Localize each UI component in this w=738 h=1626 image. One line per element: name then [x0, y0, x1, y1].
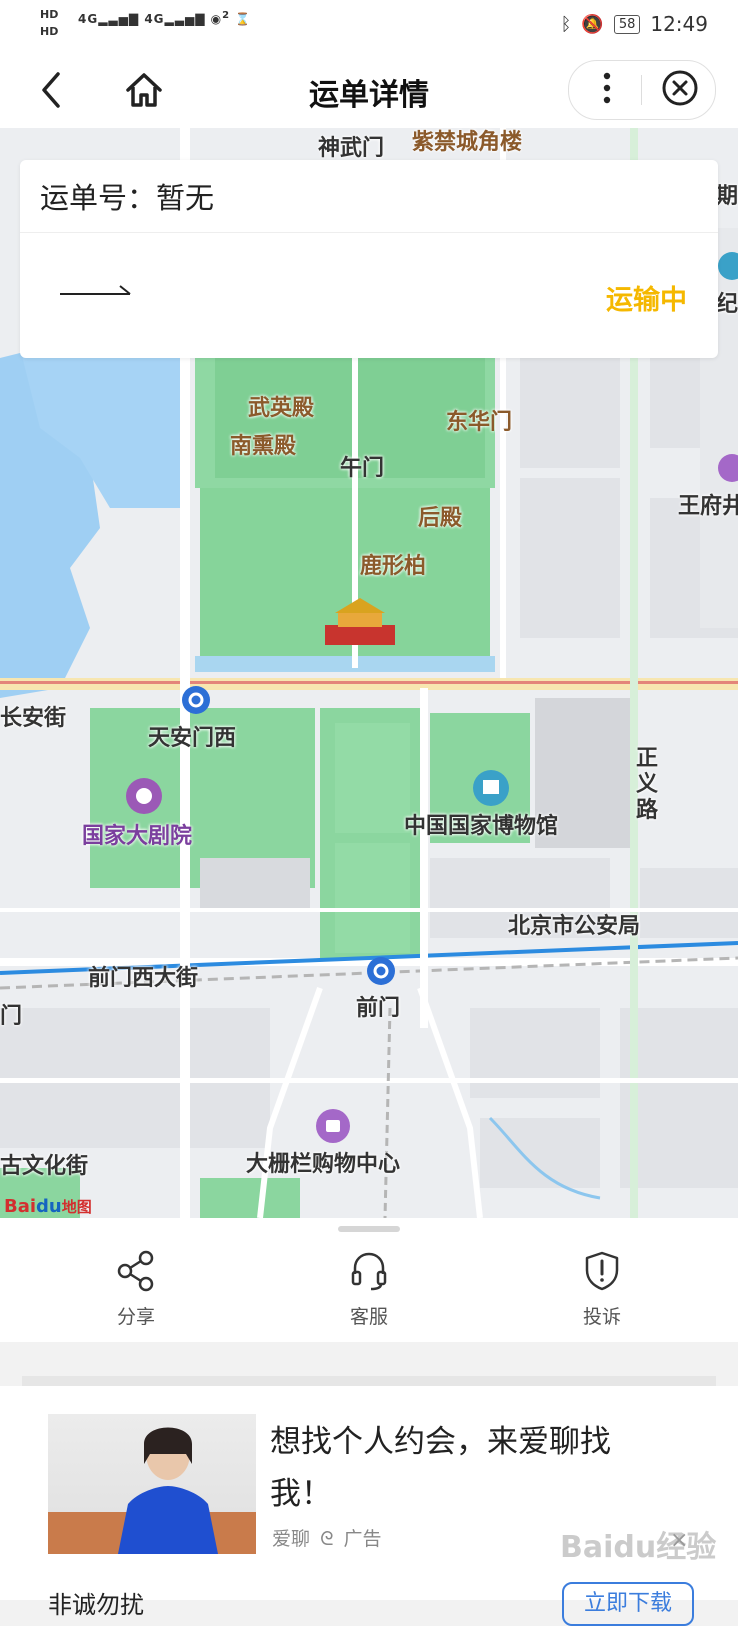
map-label-guojiadajuyuan: 国家大剧院 [82, 824, 193, 849]
map-label-donghuamen: 东华门 [446, 410, 513, 435]
baidu-map-logo: Baidu地图 [4, 1196, 92, 1217]
share-icon [117, 1250, 154, 1292]
card-divider [20, 232, 718, 233]
share-label: 分享 [116, 1306, 155, 1328]
close-circle-icon [662, 70, 698, 106]
complaint-label: 投诉 [582, 1306, 621, 1328]
ad-tag-icon: ᘓ [320, 1528, 334, 1550]
bluetooth-icon: ᛒ [560, 13, 572, 35]
hd-indicators: HD HD [40, 8, 58, 42]
network-type-1: 4G [78, 12, 99, 26]
customer-service-label: 客服 [349, 1306, 388, 1328]
waybill-number: 运单号：暂无 [40, 181, 215, 215]
map-label-museum: 中国国家博物馆 [404, 814, 559, 839]
status-bar: HD HD 4G▂▃▅▇ 4G▂▃▅▇ ◉2 ⌛ ᛒ 🔕 58 12:49 [0, 0, 738, 52]
ad-source-name: 爱聊 [272, 1528, 311, 1550]
map-label-nanxundian: 南熏殿 [230, 434, 297, 459]
shield-alert-icon [585, 1251, 619, 1291]
close-button[interactable] [655, 66, 705, 110]
map-label-ziwuchengjiaolou: 紫禁城角楼 [412, 130, 523, 155]
ad-image[interactable] [48, 1414, 256, 1554]
map-label-wangfujing: 王府井 [678, 494, 738, 519]
map-label-qi: 期 [716, 184, 738, 209]
map-label-men-left: 门 [0, 1004, 23, 1029]
more-button[interactable] [582, 66, 632, 110]
logo-bai: Bai [4, 1196, 37, 1217]
map-label-gonganju: 北京市公安局 [508, 914, 641, 939]
ad-source: 爱聊 ᘓ 广告 [272, 1524, 382, 1551]
section-divider [22, 1376, 716, 1386]
map-label-zhengyilu: 正义路 [636, 746, 659, 823]
ad-title[interactable]: 想找个人约会，来爱聊找我！ [270, 1416, 670, 1520]
map-label-qianmenxidajie: 前门西大街 [88, 966, 199, 991]
download-button[interactable]: 立即下载 [562, 1582, 694, 1626]
hourglass-icon: ⌛ [235, 12, 252, 26]
map-label-changanjie: 长安街 [0, 706, 67, 731]
route-arrow-icon [60, 282, 134, 302]
logo-suffix: 地图 [61, 1198, 92, 1216]
network-type-2: 4G [144, 12, 165, 26]
status-right: ᛒ 🔕 58 12:49 [561, 12, 708, 36]
customer-service-button[interactable]: 客服 [309, 1250, 429, 1329]
logo-du: du [36, 1196, 62, 1217]
wifi-sub: 2 [222, 10, 231, 21]
share-button[interactable]: 分享 [76, 1250, 196, 1329]
map-label-shenwumen: 神武门 [318, 136, 385, 161]
signal-bars-2-icon: ▂▃▅▇ [164, 12, 206, 26]
next-ad-text: 非诚勿扰 [48, 1591, 144, 1619]
wifi-icon: ◉ [210, 12, 223, 26]
map-label-wumen: 午门 [340, 456, 385, 481]
signal-bars-1-icon: ▂▃▅▇ [98, 12, 140, 26]
more-vertical-icon [603, 72, 611, 104]
ad-close-button[interactable]: × [670, 1528, 688, 1553]
shipping-status: 运输中 [606, 285, 687, 316]
map-label-ji: 纪 [716, 292, 738, 317]
complaint-button[interactable]: 投诉 [542, 1250, 662, 1329]
map-label-tiananmenxi: 天安门西 [148, 726, 237, 751]
headset-icon [351, 1252, 387, 1291]
bell-muted-icon: 🔕 [581, 13, 604, 35]
baidu-watermark: Baidu经验 [560, 1530, 717, 1565]
ad-tag: 广告 [343, 1528, 382, 1550]
signal-indicators: 4G▂▃▅▇ 4G▂▃▅▇ ◉2 ⌛ [78, 10, 251, 26]
map-label-guwenhuajie: 古文化街 [0, 1154, 89, 1179]
hd-badge-2: HD [40, 25, 59, 38]
map-label-houdian: 后殿 [418, 506, 463, 531]
capsule-divider [641, 75, 642, 105]
map-label-wuyingdian: 武英殿 [248, 396, 315, 421]
hd-badge-1: HD [40, 8, 59, 21]
ad-person-illustration [118, 1427, 218, 1554]
nav-bar: 运单详情 [0, 52, 738, 128]
map-label-luxingbai: 鹿形柏 [360, 554, 427, 579]
map-label-qianmen: 前门 [356, 996, 401, 1021]
map-label-dashilan: 大栅栏购物中心 [246, 1152, 401, 1177]
drag-handle[interactable] [338, 1226, 400, 1232]
battery-level: 58 [613, 14, 641, 34]
clock: 12:49 [650, 12, 708, 36]
